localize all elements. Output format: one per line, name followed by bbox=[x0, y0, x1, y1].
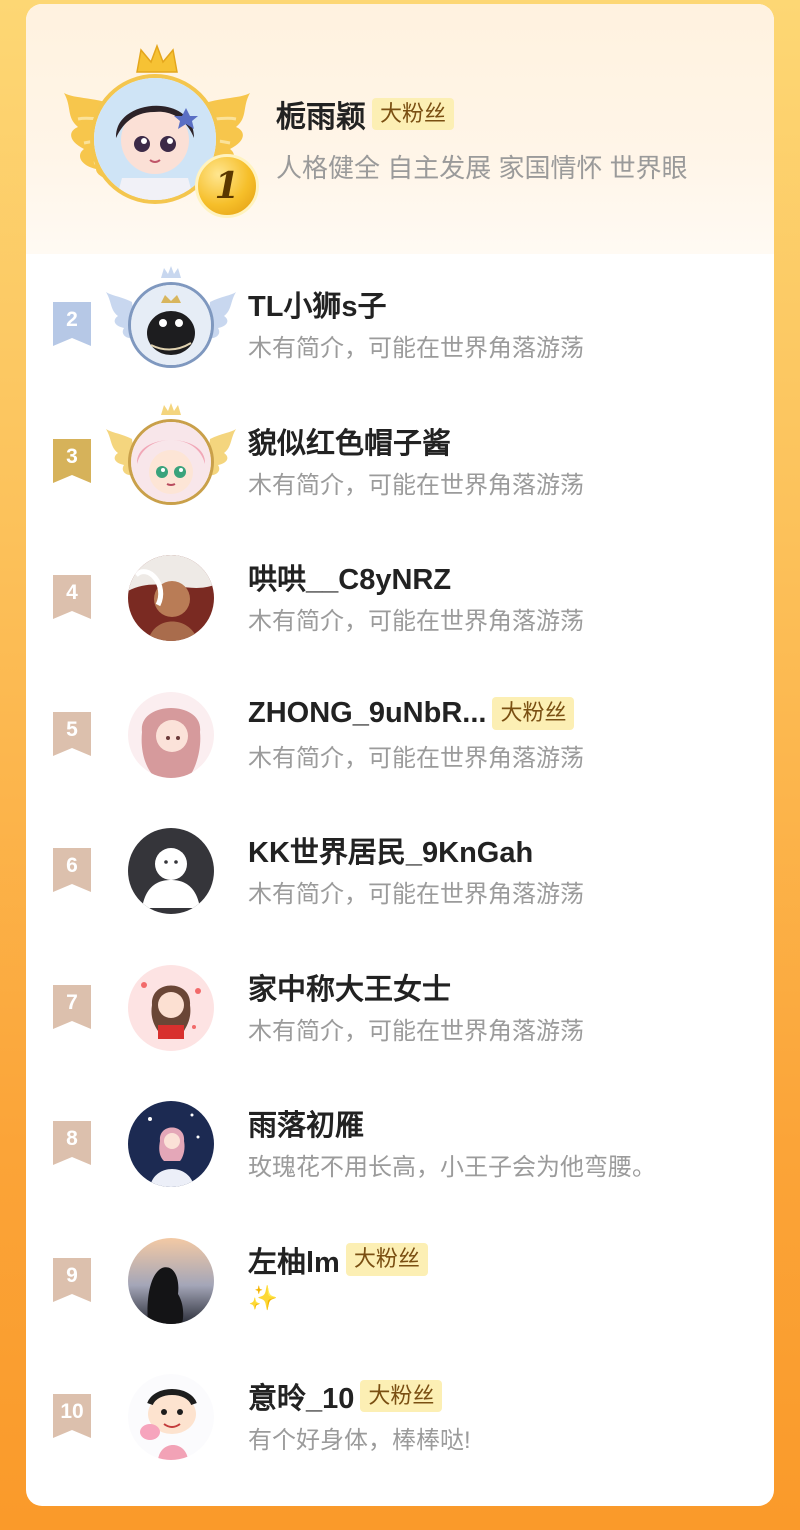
rank-tag-icon: 8 bbox=[53, 1121, 91, 1165]
top-fan-name[interactable]: 栀雨颖 bbox=[276, 92, 366, 136]
user-name[interactable]: 左柚lm bbox=[248, 1239, 340, 1281]
rank-number: 3 bbox=[66, 444, 78, 468]
rank-tag-icon: 6 bbox=[53, 848, 91, 892]
avatar[interactable] bbox=[128, 828, 214, 914]
rank-number: 7 bbox=[66, 990, 78, 1014]
rank-tag-icon: 5 bbox=[53, 711, 91, 756]
row-info: TL小狮s子 木有简介，可能在世界角落游荡 bbox=[248, 284, 584, 363]
big-fan-badge: 大粉丝 bbox=[372, 97, 455, 131]
rank-number: 4 bbox=[66, 581, 78, 604]
rank-number: 6 bbox=[66, 854, 78, 877]
big-fan-badge: 大粉丝 bbox=[345, 1243, 428, 1276]
user-bio: ✨ bbox=[248, 1284, 278, 1312]
list-item[interactable]: 8 雨落初雁 玫瑰花不用长高，小王子会为他弯腰。 bbox=[26, 1073, 774, 1210]
rank-number: 9 bbox=[66, 1263, 78, 1287]
name-row: TL小狮s子 bbox=[248, 284, 584, 324]
row-info: ZHONG_9uNbR... 大粉丝 木有简介，可能在世界角落游荡 bbox=[248, 694, 584, 773]
user-bio: 有个好身体，棒棒哒! bbox=[248, 1427, 471, 1454]
top-fan-bio: 人格健全 自主发展 家国情怀 世界眼 bbox=[276, 153, 688, 183]
name-row: ZHONG_9uNbR... 大粉丝 bbox=[248, 694, 584, 734]
name-row: 雨落初雁 bbox=[248, 1103, 656, 1143]
avatar-frame[interactable] bbox=[106, 808, 236, 928]
avatar[interactable] bbox=[128, 1101, 214, 1187]
avatar-frame[interactable] bbox=[106, 1354, 236, 1474]
fan-ranking-card: 1 栀雨颖 大粉丝 人格健全 自主发展 家国情怀 世界眼 2 TL小狮s子 木有… bbox=[26, 4, 774, 1506]
user-name[interactable]: TL小狮s子 bbox=[248, 283, 387, 325]
list-item[interactable]: 6 KK世界居民_9KnGah 木有简介，可能在世界角落游荡 bbox=[26, 800, 774, 937]
avatar[interactable] bbox=[128, 1237, 214, 1324]
user-bio: 玫瑰花不用长高，小王子会为他弯腰。 bbox=[248, 1154, 656, 1181]
avatar[interactable] bbox=[128, 282, 214, 368]
list-item[interactable]: 5 ZHONG_9uNbR... 大粉丝 木有简介，可能在世界角落游荡 bbox=[26, 664, 774, 801]
avatar[interactable] bbox=[128, 691, 214, 778]
rank-tag-icon: 10 bbox=[53, 1394, 91, 1438]
user-name[interactable]: 哄哄__C8yNRZ bbox=[248, 556, 451, 598]
user-name[interactable]: ZHONG_9uNbR... bbox=[248, 697, 486, 730]
top-fan-info: 栀雨颖 大粉丝 人格健全 自主发展 家国情怀 世界眼 bbox=[276, 92, 688, 185]
rank-tag-icon: 9 bbox=[53, 1257, 91, 1302]
row-info: 左柚lm 大粉丝 ✨ bbox=[248, 1240, 428, 1313]
rank-tag-icon: 4 bbox=[53, 575, 91, 619]
user-name[interactable]: 家中称大王女士 bbox=[248, 966, 451, 1008]
rank-number: 8 bbox=[66, 1127, 78, 1150]
avatar-frame[interactable] bbox=[106, 399, 236, 519]
user-name[interactable]: 雨落初雁 bbox=[248, 1102, 364, 1144]
user-bio: 木有简介，可能在世界角落游荡 bbox=[248, 471, 584, 499]
row-info: 家中称大王女士 木有简介，可能在世界角落游荡 bbox=[248, 967, 584, 1046]
name-row: KK世界居民_9KnGah bbox=[248, 830, 584, 870]
user-bio: 木有简介，可能在世界角落游荡 bbox=[248, 335, 584, 362]
row-info: 雨落初雁 玫瑰花不用长高，小王子会为他弯腰。 bbox=[248, 1103, 656, 1182]
big-fan-badge: 大粉丝 bbox=[360, 1379, 443, 1413]
row-info: 貌似红色帽子酱 木有简介，可能在世界角落游荡 bbox=[248, 421, 584, 500]
avatar[interactable] bbox=[128, 1374, 214, 1460]
avatar[interactable] bbox=[128, 555, 214, 641]
list-item[interactable]: 3 貌似红色帽子酱 木有简介，可能在世界角落游荡 bbox=[26, 391, 774, 528]
list-item[interactable]: 2 TL小狮s子 木有简介，可能在世界角落游荡 bbox=[26, 254, 774, 391]
rank-number: 5 bbox=[66, 717, 78, 741]
top-avatar-frame[interactable]: 1 bbox=[62, 44, 259, 219]
name-row: 哄哄__C8yNRZ bbox=[248, 557, 584, 597]
avatar-frame[interactable] bbox=[106, 535, 236, 655]
big-fan-badge: 大粉丝 bbox=[492, 697, 575, 730]
rank-tag-icon: 3 bbox=[53, 438, 91, 483]
row-info: 意昤_10 大粉丝 有个好身体，棒棒哒! bbox=[248, 1376, 471, 1455]
list-item[interactable]: 7 家中称大王女士 木有简介，可能在世界角落游荡 bbox=[26, 937, 774, 1074]
medal-1-icon: 1 bbox=[195, 154, 259, 218]
rank-number: 2 bbox=[66, 308, 78, 331]
avatar-frame[interactable] bbox=[106, 1218, 236, 1338]
name-row: 貌似红色帽子酱 bbox=[248, 421, 584, 461]
avatar-frame[interactable] bbox=[106, 1081, 236, 1201]
fan-ranking-list: 2 TL小狮s子 木有简介，可能在世界角落游荡 3 貌似红色帽子酱 木有简介，可… bbox=[26, 254, 774, 1483]
name-row: 意昤_10 大粉丝 bbox=[248, 1376, 471, 1416]
list-item[interactable]: 10 意昤_10 大粉丝 有个好身体，棒棒哒! bbox=[26, 1346, 774, 1483]
crown-icon bbox=[136, 44, 178, 73]
avatar[interactable] bbox=[128, 964, 214, 1051]
list-item[interactable]: 9 左柚lm 大粉丝 ✨ bbox=[26, 1210, 774, 1347]
rank-number: 10 bbox=[60, 1400, 84, 1423]
avatar[interactable] bbox=[128, 418, 214, 505]
rank-tag-icon: 7 bbox=[53, 984, 91, 1029]
default-avatar-icon bbox=[128, 828, 214, 914]
top-fan-name-row: 栀雨颖 大粉丝 bbox=[276, 92, 688, 136]
avatar-frame[interactable] bbox=[106, 945, 236, 1065]
user-name[interactable]: KK世界居民_9KnGah bbox=[248, 829, 533, 871]
avatar-frame[interactable] bbox=[106, 262, 236, 382]
rank-tag-icon: 2 bbox=[53, 302, 91, 346]
row-info: 哄哄__C8yNRZ 木有简介，可能在世界角落游荡 bbox=[248, 557, 584, 636]
name-row: 左柚lm 大粉丝 bbox=[248, 1240, 428, 1280]
user-bio: 木有简介，可能在世界角落游荡 bbox=[248, 1017, 584, 1045]
name-row: 家中称大王女士 bbox=[248, 967, 584, 1007]
row-info: KK世界居民_9KnGah 木有简介，可能在世界角落游荡 bbox=[248, 830, 584, 909]
avatar-frame[interactable] bbox=[106, 672, 236, 792]
list-item[interactable]: 4 哄哄__C8yNRZ 木有简介，可能在世界角落游荡 bbox=[26, 527, 774, 664]
user-name[interactable]: 貌似红色帽子酱 bbox=[248, 420, 451, 462]
user-name[interactable]: 意昤_10 bbox=[248, 1375, 354, 1417]
user-bio: 木有简介，可能在世界角落游荡 bbox=[248, 881, 584, 908]
user-bio: 木有简介，可能在世界角落游荡 bbox=[248, 744, 584, 772]
user-bio: 木有简介，可能在世界角落游荡 bbox=[248, 608, 584, 635]
top-fan-section[interactable]: 1 栀雨颖 大粉丝 人格健全 自主发展 家国情怀 世界眼 bbox=[26, 4, 774, 254]
